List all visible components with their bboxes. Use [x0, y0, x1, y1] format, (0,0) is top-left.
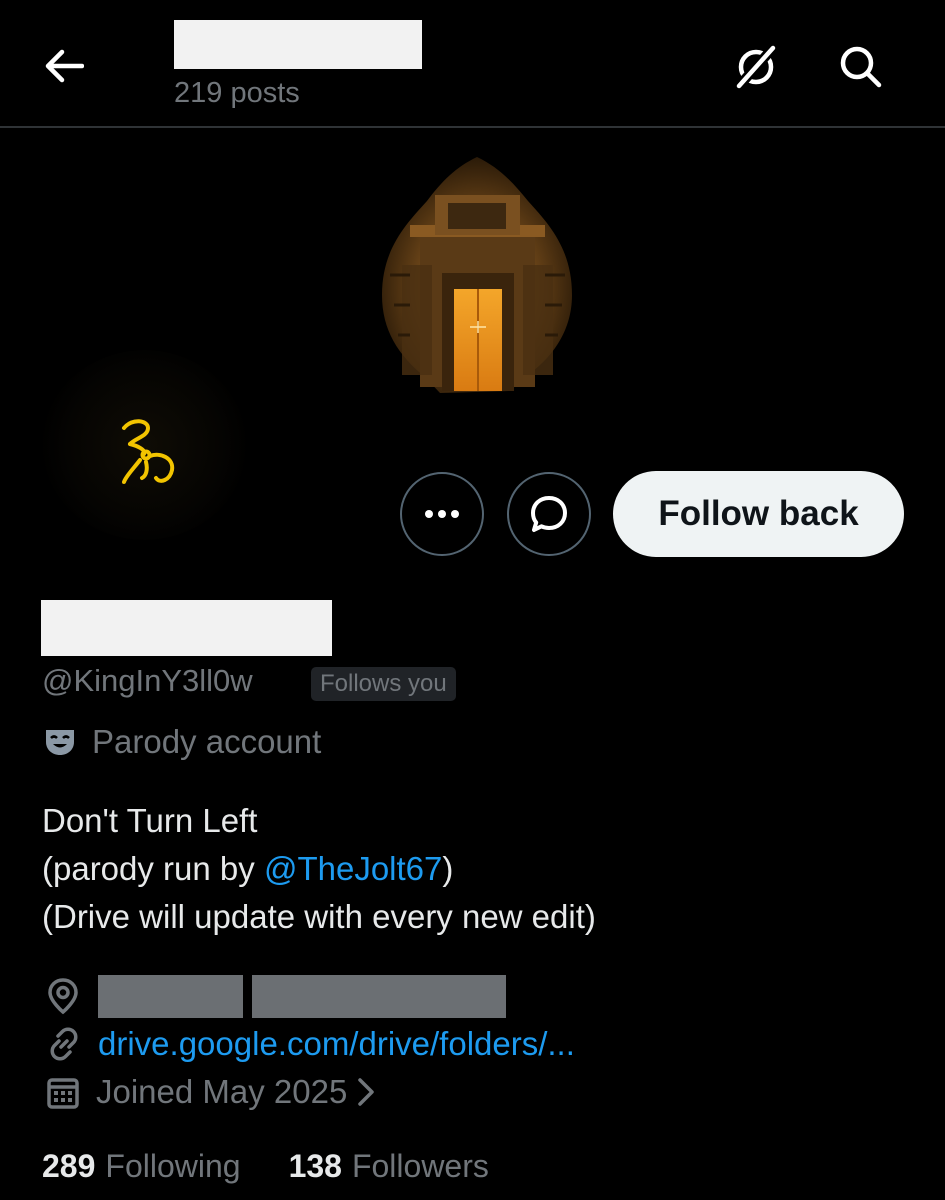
followers-link[interactable]: 138 Followers [289, 1148, 489, 1185]
follow-stats: 289 Following 138 Followers [42, 1148, 489, 1185]
header-divider [0, 126, 945, 128]
location-pin-icon [48, 978, 78, 1015]
grok-button[interactable] [725, 36, 787, 98]
message-button[interactable] [507, 472, 591, 556]
back-arrow-icon [45, 49, 84, 83]
following-link[interactable]: 289 Following [42, 1148, 241, 1185]
joined-row[interactable]: Joined May 2025 [46, 1070, 375, 1114]
parody-label-row: Parody account [44, 720, 321, 764]
mention-link[interactable]: @TheJolt67 [264, 850, 442, 887]
followers-label: Followers [351, 1148, 489, 1184]
chevron-right-icon [357, 1077, 375, 1107]
temple-door-art [382, 157, 572, 393]
display-name-redacted [41, 600, 332, 656]
mask-icon [46, 730, 74, 755]
bio-line-2-prefix: (parody run by [42, 850, 264, 887]
location-redacted-2 [252, 974, 506, 1018]
bio-line-2: (parody run by @TheJolt67) [42, 845, 596, 893]
following-count: 289 [42, 1148, 96, 1184]
following-label: Following [105, 1148, 241, 1184]
more-icon [425, 510, 459, 518]
grok-icon [735, 44, 777, 90]
bio-line-2-suffix: ) [442, 850, 454, 887]
followers-count: 138 [288, 1148, 342, 1184]
bio-line-1: Don't Turn Left [42, 802, 258, 839]
location-redacted-1 [98, 974, 243, 1018]
calendar-icon [47, 1078, 79, 1109]
avatar[interactable] [42, 350, 247, 540]
joined-date: Joined May 2025 [96, 1073, 348, 1110]
post-count: 219 posts [174, 77, 300, 109]
location-row [46, 974, 506, 1018]
follow-back-button[interactable]: Follow back [613, 471, 904, 557]
message-icon [531, 496, 567, 532]
link-icon [50, 1027, 78, 1061]
banner-image[interactable] [380, 155, 575, 395]
search-icon [840, 46, 882, 88]
bio: Don't Turn Left (parody run by @TheJolt6… [42, 797, 596, 941]
back-button[interactable] [34, 38, 94, 94]
more-options-button[interactable] [400, 472, 484, 556]
website-row: drive.google.com/drive/folders/... [46, 1022, 575, 1066]
bio-line-3: (Drive will update with every new edit) [42, 898, 596, 935]
search-button[interactable] [830, 36, 892, 98]
yellow-sign-icon [122, 419, 175, 484]
follows-you-badge: Follows you [311, 667, 456, 701]
parody-label: Parody account [92, 723, 322, 760]
profile-title-redacted [174, 20, 422, 69]
handle: @KingInY3ll0w [42, 663, 253, 698]
website-link[interactable]: drive.google.com/drive/folders/... [98, 1025, 575, 1063]
